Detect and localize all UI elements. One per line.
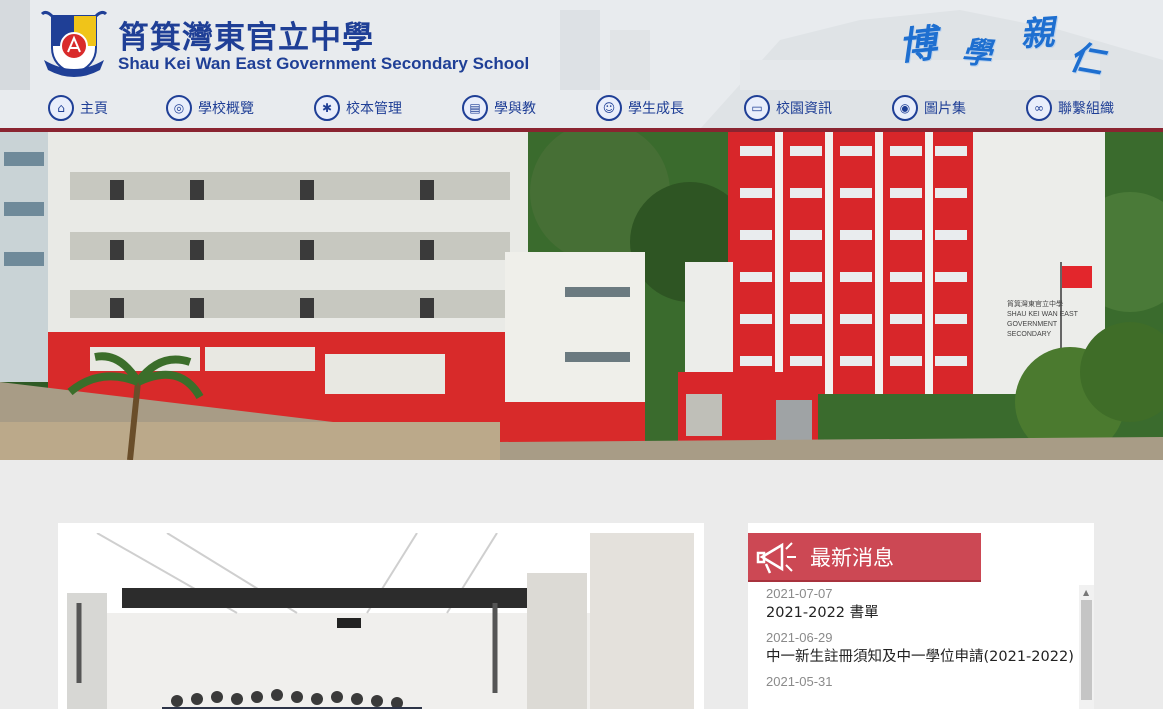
- nav-item-photo-gallery[interactable]: ◉ 圖片集: [892, 94, 966, 122]
- nav-item-label: 學校概覽: [198, 101, 254, 117]
- camera-icon: ◉: [892, 95, 918, 121]
- nav-item-label: 校本管理: [346, 101, 402, 117]
- nav-item-label: 圖片集: [924, 101, 966, 117]
- school-name-english[interactable]: Shau Kei Wan East Government Secondary S…: [118, 54, 529, 74]
- gear-icon: ✱: [314, 95, 340, 121]
- building-sign-text: 筲箕灣東官立中學: [1007, 299, 1063, 308]
- news-title-link[interactable]: 2021-2022 書單: [766, 602, 1076, 625]
- nav-item-school-management[interactable]: ✱ 校本管理: [314, 94, 402, 122]
- main-navigation: ⌂ 主頁 ◎ 學校概覽 ✱ 校本管理 ▤ 學與教 ☺ 學生成長 ▭ 校園資訊 ◉…: [0, 88, 1163, 128]
- motto-char: 學: [960, 34, 993, 72]
- nav-item-home[interactable]: ⌂ 主頁: [48, 94, 108, 122]
- latest-news-title: 最新消息: [810, 545, 894, 570]
- building-sign-text: SECONDARY: [1007, 331, 1052, 338]
- latest-news-panel: 最新消息 2021-07-07 2021-2022 書單 2021-06-29 …: [748, 523, 1094, 709]
- nav-item-label: 校園資訊: [776, 101, 832, 117]
- globe-icon: ◎: [166, 95, 192, 121]
- news-date: 2021-07-07: [766, 586, 833, 601]
- motto-char: 博: [896, 20, 939, 69]
- school-icon: ⌂: [48, 95, 74, 121]
- news-header-underline: [748, 580, 981, 582]
- scroll-up-icon[interactable]: ▲: [1083, 588, 1089, 597]
- news-item[interactable]: 2021-07-07 2021-2022 書單: [766, 585, 1076, 625]
- featured-photo-card[interactable]: [58, 523, 704, 709]
- monitor-icon: ▭: [744, 95, 770, 121]
- news-item[interactable]: 2021-06-29 中一新生註冊須知及中一學位申請(2021-2022): [766, 629, 1076, 669]
- nav-item-learning-teaching[interactable]: ▤ 學與教: [462, 94, 536, 122]
- nav-item-label: 聯繫組織: [1058, 101, 1114, 117]
- motto-char: 親: [1018, 12, 1056, 56]
- school-name-chinese[interactable]: 筲箕灣東官立中學: [118, 12, 374, 57]
- news-date: 2021-06-29: [766, 630, 833, 645]
- featured-photo[interactable]: [67, 533, 694, 709]
- book-icon: ▤: [462, 95, 488, 121]
- building-sign-text: GOVERNMENT: [1007, 321, 1058, 328]
- school-building-photo: 筲箕灣東官立中學 SHAU KEI WAN EAST GOVERNMENT SE…: [0, 132, 1163, 460]
- scroll-thumb[interactable]: [1081, 600, 1092, 700]
- hero-banner: 筲箕灣東官立中學 SHAU KEI WAN EAST GOVERNMENT SE…: [0, 132, 1163, 460]
- nav-item-student-development[interactable]: ☺ 學生成長: [596, 94, 684, 122]
- link-icon: ∞: [1026, 95, 1052, 121]
- nav-item-school-overview[interactable]: ◎ 學校概覽: [166, 94, 254, 122]
- megaphone-icon: [756, 541, 796, 574]
- latest-news-header[interactable]: 最新消息: [748, 533, 981, 580]
- news-date: 2021-05-31: [766, 674, 833, 689]
- student-icon: ☺: [596, 95, 622, 121]
- news-item[interactable]: 2021-05-31: [766, 673, 1076, 690]
- school-crest-logo[interactable]: [38, 8, 110, 80]
- news-list: 2021-07-07 2021-2022 書單 2021-06-29 中一新生註…: [766, 585, 1076, 694]
- nav-item-label: 學生成長: [628, 101, 684, 117]
- nav-item-label: 學與教: [494, 101, 536, 117]
- news-title-link[interactable]: 中一新生註冊須知及中一學位申請(2021-2022): [766, 646, 1076, 669]
- news-scrollbar[interactable]: ▲: [1079, 585, 1094, 709]
- building-sign-text: SHAU KEI WAN EAST: [1007, 311, 1079, 318]
- classroom-group-photo: [67, 533, 694, 709]
- nav-item-links[interactable]: ∞ 聯繫組織: [1026, 94, 1114, 122]
- nav-item-label: 主頁: [80, 101, 108, 117]
- nav-item-campus-info[interactable]: ▭ 校園資訊: [744, 94, 832, 122]
